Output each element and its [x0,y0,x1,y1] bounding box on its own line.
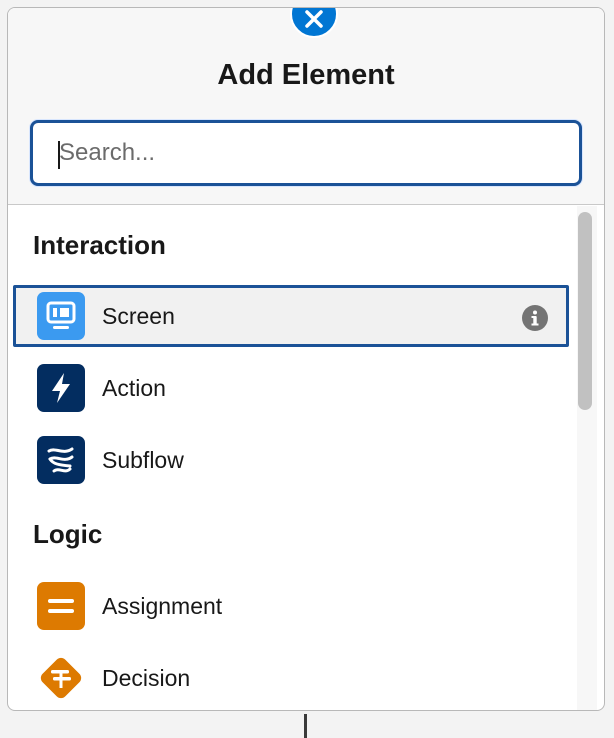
search-box[interactable] [30,120,582,186]
flow-connector-line [304,714,307,738]
element-label-decision: Decision [102,665,191,691]
subflow-icon [37,436,85,484]
add-element-panel: Add Element Interaction Screen [7,7,605,711]
search-input[interactable] [33,123,579,183]
close-icon [305,10,323,28]
close-button[interactable] [290,8,338,38]
lightning-icon [37,364,85,412]
text-caret [58,141,60,169]
screen-icon [37,292,85,340]
element-label-screen: Screen [102,303,175,329]
element-item-screen[interactable]: Screen [13,285,569,347]
element-label-action: Action [102,375,166,401]
decision-icon [37,654,85,702]
element-list[interactable]: Interaction Screen Action Subflow Logic … [8,206,604,710]
element-item-subflow[interactable]: Subflow [13,429,569,491]
element-label-assignment: Assignment [102,593,223,619]
section-title-logic: Logic [33,519,103,549]
info-icon[interactable] [522,305,548,331]
element-item-action[interactable]: Action [13,357,569,419]
element-item-assignment[interactable]: Assignment [13,575,569,637]
section-title-interaction: Interaction [33,230,166,260]
assignment-icon [37,582,85,630]
element-label-subflow: Subflow [102,447,184,473]
panel-title: Add Element [217,59,395,91]
scrollbar-thumb[interactable] [578,212,592,410]
element-item-decision[interactable]: Decision [13,647,569,709]
